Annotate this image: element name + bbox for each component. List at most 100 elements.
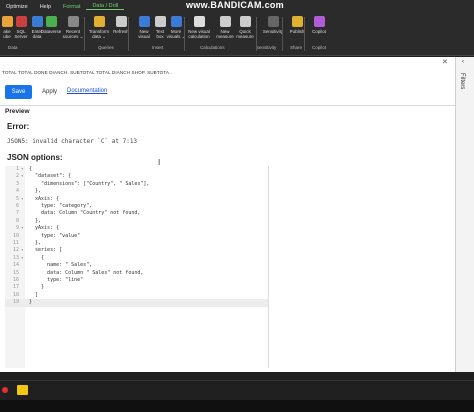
ribbon-button-label: Recent sources ⌄ [62,29,84,39]
code-line[interactable]: 18 ] [5,292,268,299]
documentation-link[interactable]: Documentation [67,88,107,94]
code-line[interactable]: 8 }, [5,218,268,225]
code-text: ] [29,291,39,298]
code-line[interactable]: 6 type: "category", [5,203,268,210]
ribbon-separator [184,17,185,51]
json-editor-panel: TOTAL TOTAL DONE DIANCH. SUBTOTAL TOTAL … [0,57,455,372]
ribbon-separator [128,17,129,51]
section-divider [0,105,455,106]
new-visual-icon [138,16,150,27]
line-number: 12 [12,247,19,254]
ribbon-button-recent-sources[interactable]: Recent sources ⌄ [62,16,84,39]
code-text: data: Column "Country" not found, [29,210,141,217]
code-line[interactable]: 5 ▾ xAxis: { [5,196,268,203]
ribbon-button-label: Publish [289,29,305,34]
code-line[interactable]: 15 data: Column " Sales" not found, [5,270,268,277]
code-text: data: Column " Sales" not found, [29,269,144,276]
code-text: }, [29,240,42,246]
screen-bottom-strip [0,400,474,412]
line-number: 16 [12,277,19,283]
code-line[interactable]: 9 ▾ yAxis: { [5,225,268,232]
line-number: 14 [12,262,19,269]
ribbon-button-label: Text box [155,29,165,39]
json-options-title: JSON options: [7,153,63,162]
text-box-icon [154,16,166,27]
line-number: 18 [12,291,19,298]
code-line[interactable]: 19} [5,299,268,307]
ribbon-button-label: Sensitivity [262,29,284,34]
ribbon-button-copilot[interactable]: Copilot [308,16,330,34]
save-button[interactable]: Save [5,85,32,99]
filters-pane-collapsed[interactable]: ‹ Filters [455,57,474,372]
code-text: type: "category", [29,203,93,209]
power-bi-app-icon[interactable] [17,385,28,395]
code-text: { [29,166,33,172]
ribbon-button-label: New visual calculation [188,29,210,39]
publish-icon [291,16,303,27]
code-line[interactable]: 7 data: Column "Country" not found, [5,210,268,217]
dataverse-icon [45,16,57,27]
code-text: } [29,299,33,306]
code-line[interactable]: 17 } [5,284,268,291]
line-number: 2 [15,173,19,180]
code-line[interactable]: 1 ▾ { [5,166,268,173]
code-line[interactable]: 10 type: "value" [5,233,268,240]
ribbon-button-label: More visuals ⌄ [166,29,186,39]
error-title: Error: [7,122,30,131]
ribbon-button-quick-measure[interactable]: Quick measure [234,16,256,39]
line-number: 9 [15,225,19,232]
line-number: 4 [15,188,19,195]
line-number: 3 [15,180,19,187]
menu-data-drill[interactable]: Data / Drill [86,3,125,10]
fold-chevron-icon[interactable]: ▾ [21,225,23,230]
visual-calculation-icon [193,16,205,27]
new-measure-icon [219,16,231,27]
code-text: }, [29,188,42,195]
ribbon-separator [84,17,85,51]
ribbon-group-label: Sensitivity [256,45,277,50]
menu-help[interactable]: Help [34,4,57,10]
code-line[interactable]: 13 ▾ { [5,255,268,262]
record-icon[interactable] [2,387,8,393]
line-number: 17 [12,284,19,291]
code-text: name: " Sales", [29,262,93,269]
fold-chevron-icon[interactable]: ▾ [21,196,23,201]
line-number: 10 [12,232,19,239]
ribbon-button-label: Dataverse [40,29,62,34]
code-line[interactable]: 4 }, [5,188,268,195]
ribbon-group-label: Insert [152,45,164,50]
sql-server-icon [15,16,27,27]
code-line[interactable]: 14 name: " Sales", [5,262,268,269]
menu-format[interactable]: Format [57,4,86,10]
filters-label: Filters [459,73,465,90]
ribbon-button-sensitivity[interactable]: Sensitivity [262,16,284,34]
bandicam-watermark: www.BANDICAM.com [186,0,284,10]
ribbon-group-label: Data [8,45,18,50]
code-line[interactable]: 12 ▾ series: [ [5,247,268,254]
fold-chevron-icon[interactable]: ▾ [21,247,23,252]
code-line[interactable]: 16 type: "line" [5,277,268,284]
code-line[interactable]: 3 "dimensions": ["Country", " Sales"], [5,181,268,188]
ribbon-button-label: Refresh [113,29,129,34]
ribbon-button-transform-data[interactable]: Transform data ⌄ [88,16,110,39]
fold-chevron-icon[interactable]: ▾ [21,255,23,260]
code-text: xAxis: { [29,195,60,202]
code-line[interactable]: 2 ▾ "dataset": { [5,173,268,180]
ribbon-button-new-measure[interactable]: New measure [214,16,236,39]
close-icon[interactable]: ✕ [442,58,448,66]
code-text: } [29,284,45,291]
error-message: JSON5: invalid character `C` at 7:13 [7,138,138,145]
apply-button[interactable]: Apply [36,85,63,99]
json-code-editor[interactable]: 1 ▾{2 ▾ "dataset": {3 "dimensions": ["Coun… [5,166,268,368]
fold-chevron-icon[interactable]: ▾ [21,166,23,171]
code-line[interactable]: 11 }, [5,240,268,247]
ribbon-button-dataverse[interactable]: Dataverse [40,16,62,34]
chevron-left-icon[interactable]: ‹ [462,59,464,65]
ribbon-separator [282,17,283,51]
menu-optimize[interactable]: Optimize [0,4,34,10]
fold-chevron-icon[interactable]: ▾ [21,173,23,178]
ribbon-button-visual-calculation[interactable]: New visual calculation [188,16,210,39]
code-text: type: "value" [29,232,81,239]
refresh-icon [115,16,127,27]
line-number: 5 [15,195,19,202]
